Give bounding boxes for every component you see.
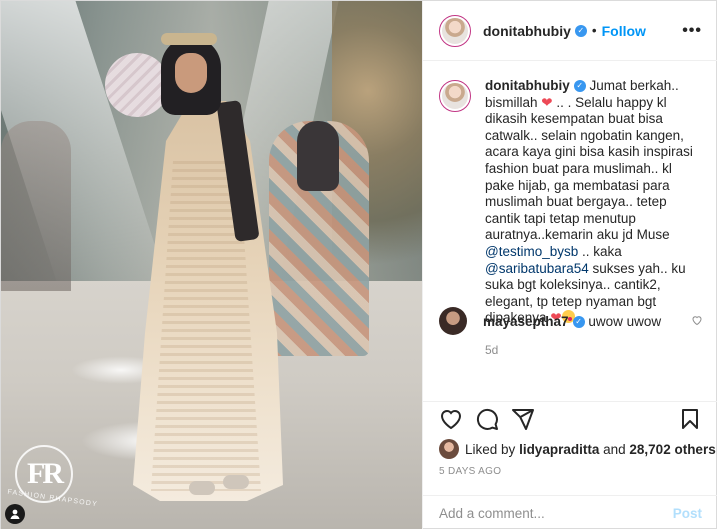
stage-logo (105, 53, 169, 117)
avatar[interactable] (439, 80, 471, 112)
follow-button[interactable]: Follow (602, 23, 646, 39)
caption-segment: .. . Selalu happy kl dikasih kesempatan … (485, 94, 693, 243)
comment-text: mayaseptha7 ✓ uwow uwow (483, 314, 661, 329)
liked-by-and: and (603, 441, 626, 457)
caption-age: 5d (485, 342, 499, 357)
post-date[interactable]: 5 DAYS AGO (439, 466, 501, 477)
post-sidebar: donitabhubiy ✓ • Follow ••• donitabhubiy… (422, 1, 717, 529)
model-headpiece (161, 33, 217, 45)
avatar[interactable] (439, 439, 459, 459)
caption-segment: .. kaka (578, 243, 622, 259)
verified-badge-icon: ✓ (572, 315, 585, 328)
comment-input[interactable]: Add a comment... (439, 506, 545, 521)
model-face (175, 53, 207, 93)
mention-link[interactable]: @saribatubara54 (485, 261, 589, 276)
save-bookmark-icon[interactable] (678, 407, 702, 431)
add-comment-bar: Add a comment... Post (423, 495, 717, 529)
more-options-icon[interactable]: ••• (682, 22, 702, 40)
background-model-hijab (297, 121, 339, 191)
comments-area[interactable]: donitabhubiy ✓ Jumat berkah.. bismillah ❤… (423, 62, 717, 402)
liked-by-prefix: Liked by (465, 441, 516, 457)
comment-like-icon[interactable] (691, 314, 703, 329)
avatar[interactable] (439, 14, 471, 47)
model-shoe (189, 481, 215, 495)
tagged-users-icon[interactable] (5, 504, 25, 524)
username-link[interactable]: donitabhubiy (483, 23, 571, 39)
audience (1, 121, 71, 291)
post-header: donitabhubiy ✓ • Follow ••• (423, 1, 717, 61)
caption-text: donitabhubiy ✓ Jumat berkah.. bismillah ❤… (485, 78, 702, 327)
action-bar (423, 401, 717, 435)
separator-dot: • (591, 23, 597, 38)
comment-icon[interactable] (475, 407, 499, 431)
verified-badge-icon: ✓ (573, 80, 586, 93)
comment-body: uwow uwow (588, 313, 662, 329)
model-shoe (223, 475, 249, 489)
post-comment-button[interactable]: Post (673, 506, 702, 521)
likes-count[interactable]: 28,702 others (629, 442, 715, 457)
avatar-image (442, 17, 468, 44)
avatar[interactable] (439, 307, 467, 335)
heart-emoji: ❤ (541, 94, 553, 110)
avatar-image (442, 83, 468, 109)
caption-username[interactable]: donitabhubiy (485, 78, 570, 93)
comment-row: mayaseptha7 ✓ uwow uwow (439, 307, 703, 335)
caption: donitabhubiy ✓ Jumat berkah.. bismillah ❤… (439, 78, 702, 327)
share-icon[interactable] (511, 407, 535, 431)
liked-by: Liked by lidyapraditta and 28,702 others (439, 439, 716, 459)
post-image[interactable]: FR FASHION RHAPSODY (1, 1, 422, 529)
mention-link[interactable]: @testimo_bysb (485, 244, 578, 259)
liked-by-user[interactable]: lidyapraditta (519, 442, 599, 457)
like-icon[interactable] (439, 407, 463, 431)
comment-username[interactable]: mayaseptha7 (483, 314, 569, 329)
verified-badge-icon: ✓ (574, 24, 587, 37)
instagram-post: FR FASHION RHAPSODY donitabhubiy ✓ • Fol… (0, 0, 717, 529)
